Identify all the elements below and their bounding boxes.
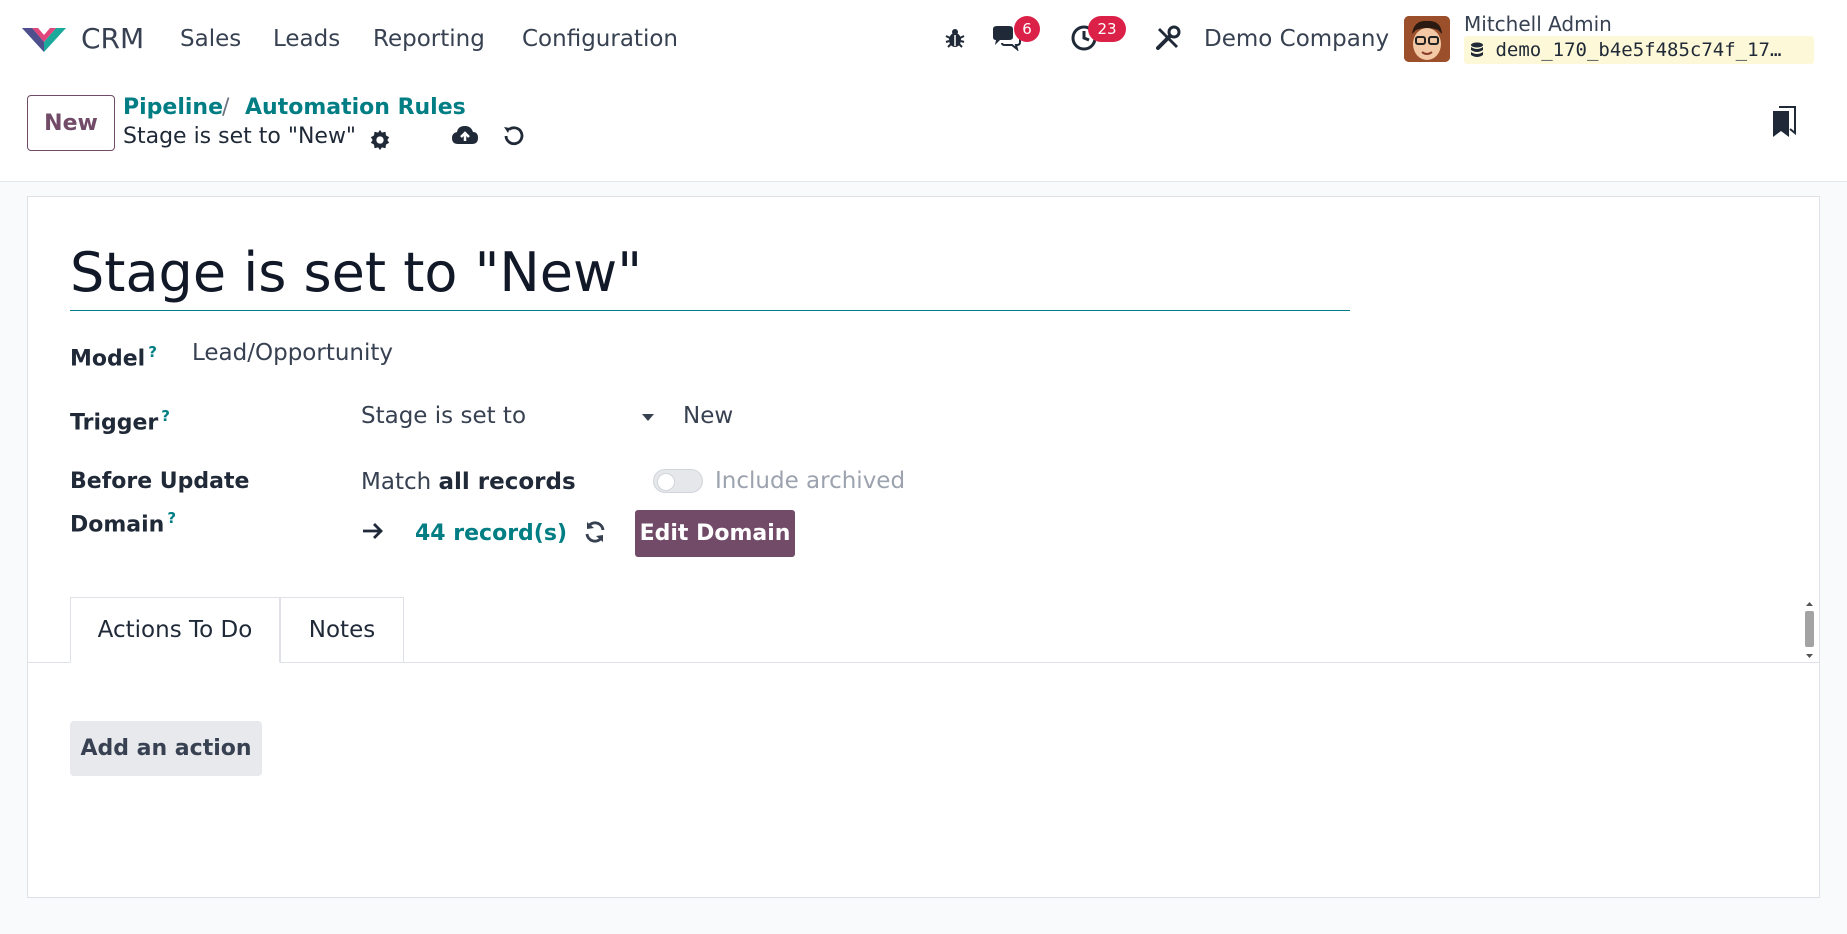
user-name[interactable]: Mitchell Admin	[1464, 12, 1612, 36]
model-label-text: Model	[70, 346, 146, 372]
database-icon	[1470, 39, 1495, 61]
model-value: Lead/Opportunity	[192, 340, 394, 366]
model-help-icon[interactable]: ?	[148, 343, 157, 361]
company-switcher[interactable]: Demo Company	[1204, 26, 1389, 52]
database-chip: demo_170_b4e5f485c74f_17…	[1464, 36, 1814, 64]
messages-badge: 6	[1014, 16, 1040, 42]
control-panel: New Pipeline / Automation Rules Stage is…	[0, 78, 1847, 182]
bookmarks-icon[interactable]	[1770, 106, 1798, 137]
tab-notes[interactable]: Notes	[280, 597, 404, 663]
records-count-link[interactable]: 44 record(s)	[415, 521, 567, 546]
trigger-stage-field[interactable]: New	[683, 403, 733, 429]
discard-icon[interactable]	[499, 122, 527, 150]
breadcrumb-automation-rules[interactable]: Automation Rules	[245, 95, 466, 120]
trigger-label-text: Trigger	[70, 410, 159, 436]
include-archived-label[interactable]: Include archived	[715, 468, 905, 494]
menu-reporting[interactable]: Reporting	[373, 26, 485, 52]
tab-actions-to-do[interactable]: Actions To Do	[70, 597, 280, 663]
model-label: Model?	[70, 334, 157, 377]
trigger-label: Trigger?	[70, 398, 170, 441]
activities-badge: 23	[1088, 16, 1126, 42]
match-prefix: Match	[361, 469, 432, 495]
tab-divider	[28, 662, 1819, 663]
new-button[interactable]: New	[27, 95, 115, 151]
tabs-scrollbar[interactable]	[1803, 599, 1816, 661]
chevron-down-icon[interactable]	[642, 414, 654, 421]
breadcrumb-pipeline[interactable]: Pipeline	[123, 95, 223, 120]
top-navbar: CRM Sales Leads Reporting Configuration …	[0, 0, 1847, 78]
bug-icon[interactable]	[939, 22, 971, 54]
database-name: demo_170_b4e5f485c74f_17…	[1495, 39, 1782, 61]
domain-label-line-1: Before Update	[70, 469, 250, 494]
user-avatar[interactable]	[1404, 16, 1450, 62]
domain-label: Before Update Domain?	[70, 463, 249, 543]
trigger-help-icon[interactable]: ?	[161, 407, 170, 425]
trigger-select[interactable]: Stage is set to	[361, 403, 661, 437]
breadcrumb-current: Stage is set to "New"	[123, 124, 357, 149]
match-text: Match all records	[361, 469, 576, 495]
include-archived-toggle[interactable]	[653, 469, 703, 493]
refresh-icon[interactable]	[583, 520, 607, 548]
rule-name-input[interactable]: Stage is set to "New"	[70, 241, 1350, 311]
scroll-thumb[interactable]	[1805, 611, 1814, 647]
menu-sales[interactable]: Sales	[180, 26, 241, 52]
arrow-right-icon	[361, 519, 385, 547]
match-scope: all records	[438, 469, 576, 495]
cloud-upload-icon[interactable]	[451, 122, 479, 150]
menu-configuration[interactable]: Configuration	[522, 26, 678, 52]
scroll-down-icon[interactable]	[1803, 651, 1816, 661]
scroll-up-icon[interactable]	[1803, 599, 1816, 609]
crm-logo-icon[interactable]	[20, 22, 68, 56]
form-sheet: Stage is set to "New" Model? Lead/Opport…	[27, 196, 1820, 898]
app-name[interactable]: CRM	[81, 22, 144, 55]
add-action-button[interactable]: Add an action	[70, 721, 262, 776]
menu-leads[interactable]: Leads	[273, 26, 340, 52]
breadcrumb-separator: /	[222, 95, 230, 120]
domain-help-icon[interactable]: ?	[167, 509, 176, 527]
gear-icon[interactable]	[366, 126, 394, 154]
tools-icon[interactable]	[1152, 22, 1184, 54]
domain-label-line-2: Domain	[70, 512, 165, 538]
edit-domain-button[interactable]: Edit Domain	[635, 510, 795, 557]
